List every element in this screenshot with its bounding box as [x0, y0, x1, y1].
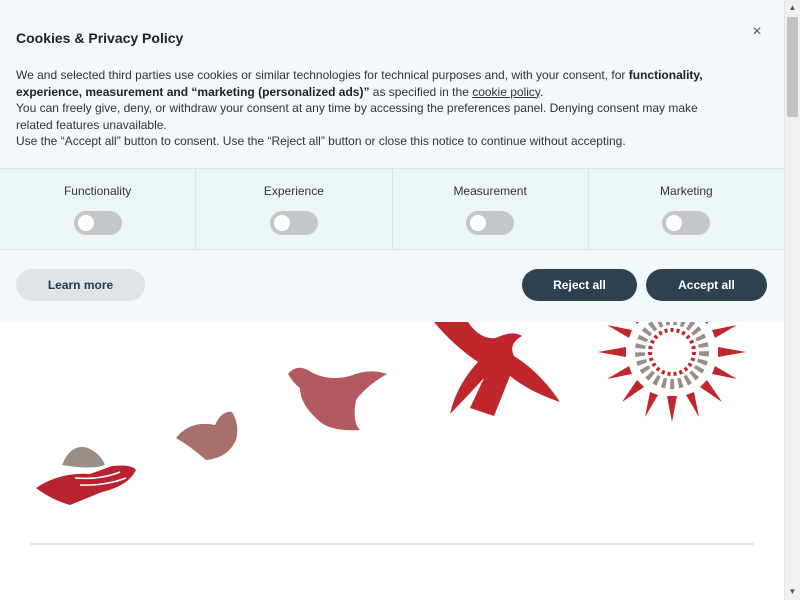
- accept-all-button[interactable]: Accept all: [646, 269, 767, 301]
- close-icon[interactable]: ×: [748, 22, 766, 42]
- learn-more-button[interactable]: Learn more: [16, 269, 145, 301]
- toggle-knob: [273, 215, 290, 231]
- category-label: Measurement: [453, 184, 527, 198]
- toggle-knob: [77, 215, 94, 231]
- scroll-down-arrow-icon[interactable]: ▼: [785, 584, 800, 600]
- marketing-toggle[interactable]: [662, 211, 711, 235]
- toggle-knob: [470, 215, 487, 231]
- consent-categories: Functionality Experience Measurement Mar…: [0, 168, 784, 250]
- scroll-thumb[interactable]: [787, 17, 798, 117]
- category-functionality: Functionality: [0, 169, 197, 249]
- cookie-policy-link[interactable]: cookie policy: [472, 85, 540, 99]
- bird-illustration: [36, 300, 746, 505]
- consent-paragraph: We and selected third parties use cookie…: [16, 68, 703, 99]
- category-label: Marketing: [660, 184, 713, 198]
- experience-toggle[interactable]: [269, 211, 318, 235]
- banner-title: Cookies & Privacy Policy: [16, 30, 184, 46]
- measurement-toggle[interactable]: [466, 211, 515, 235]
- functionality-toggle[interactable]: [73, 211, 122, 235]
- preferences-paragraph: You can freely give, deny, or withdraw y…: [16, 101, 698, 132]
- banner-description: We and selected third parties use cookie…: [16, 67, 726, 150]
- category-experience: Experience: [196, 169, 393, 249]
- page-divider: [30, 543, 754, 545]
- cookie-banner: Cookies & Privacy Policy × We and select…: [0, 0, 784, 322]
- toggle-knob: [666, 215, 683, 231]
- category-label: Functionality: [63, 184, 132, 198]
- category-measurement: Measurement: [393, 169, 589, 249]
- reject-all-button[interactable]: Reject all: [522, 269, 637, 301]
- category-marketing: Marketing: [589, 169, 784, 249]
- page-scrollbar[interactable]: ▲ ▼: [784, 0, 800, 600]
- scroll-up-arrow-icon[interactable]: ▲: [785, 0, 800, 16]
- category-label: Experience: [263, 184, 324, 198]
- buttons-paragraph: Use the “Accept all” button to consent. …: [16, 134, 626, 148]
